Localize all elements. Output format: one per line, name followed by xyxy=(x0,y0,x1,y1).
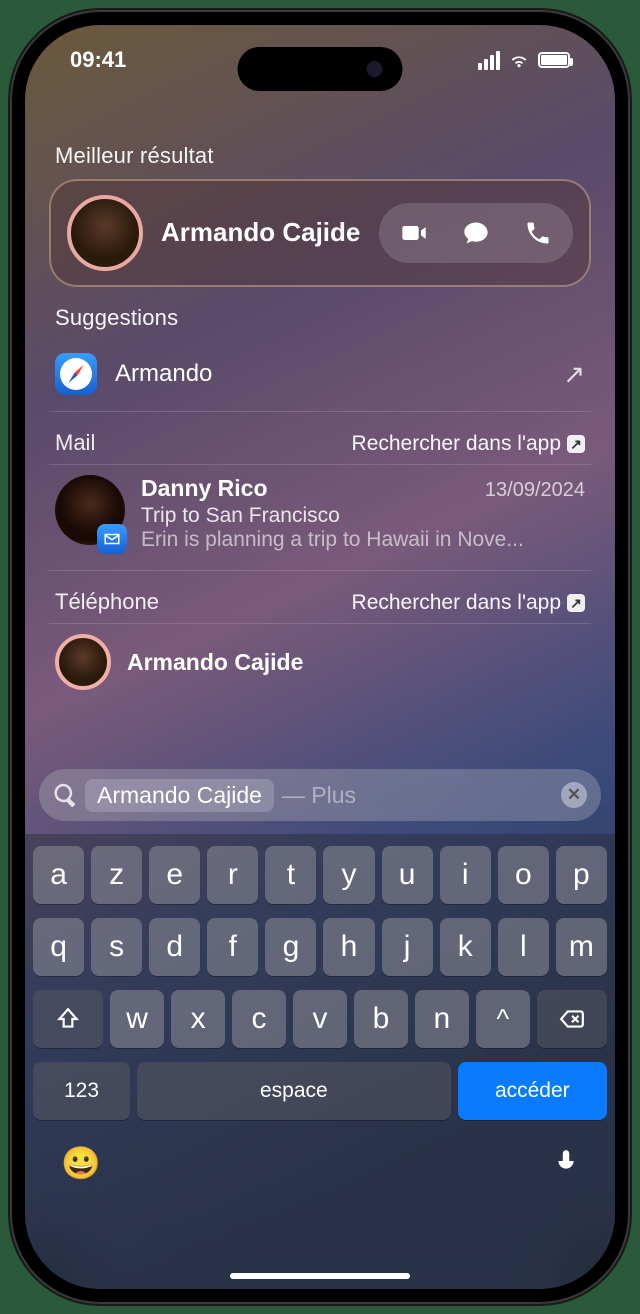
keyboard: a z e r t y u i o p q s d f g h j k l xyxy=(25,834,615,1289)
facetime-button[interactable] xyxy=(383,207,445,259)
key-y[interactable]: y xyxy=(323,846,374,904)
key-h[interactable]: h xyxy=(323,918,374,976)
mail-app-badge-icon xyxy=(97,524,127,554)
call-button[interactable] xyxy=(507,207,569,259)
mail-sender: Danny Rico xyxy=(141,475,268,502)
key-p[interactable]: p xyxy=(556,846,607,904)
mail-avatar xyxy=(55,475,125,552)
key-x[interactable]: x xyxy=(171,990,225,1048)
suggestion-text: Armando xyxy=(115,360,545,388)
key-m[interactable]: m xyxy=(556,918,607,976)
key-c[interactable]: c xyxy=(232,990,286,1048)
mail-subject: Trip to San Francisco xyxy=(141,504,585,528)
suggestion-row[interactable]: Armando ↗ xyxy=(49,341,591,407)
key-w[interactable]: w xyxy=(110,990,164,1048)
mail-body: Danny Rico 13/09/2024 Trip to San Franci… xyxy=(141,475,585,552)
open-arrow-icon: ↗ xyxy=(563,359,585,390)
external-icon: ↗ xyxy=(567,594,585,612)
emoji-key[interactable]: 😀 xyxy=(61,1144,101,1182)
mail-result-row[interactable]: Danny Rico 13/09/2024 Trip to San Franci… xyxy=(49,464,591,566)
phone-result-row[interactable]: Armando Cajide xyxy=(49,623,591,690)
keyboard-row-2: q s d f g h j k l m xyxy=(31,918,609,976)
key-caret[interactable]: ^ xyxy=(476,990,530,1048)
key-s[interactable]: s xyxy=(91,918,142,976)
shift-key[interactable] xyxy=(33,990,103,1048)
search-suffix: — Plus xyxy=(282,782,356,809)
phone-contact-name: Armando Cajide xyxy=(127,649,303,676)
key-a[interactable]: a xyxy=(33,846,84,904)
search-icon xyxy=(53,783,77,807)
search-token[interactable]: Armando Cajide xyxy=(85,779,274,812)
key-e[interactable]: e xyxy=(149,846,200,904)
mail-preview: Erin is planning a trip to Hawaii in Nov… xyxy=(141,528,585,552)
key-q[interactable]: q xyxy=(33,918,84,976)
wifi-icon xyxy=(508,49,530,71)
external-icon: ↗ xyxy=(567,435,585,453)
search-in-mail-link[interactable]: Rechercher dans l'app ↗ xyxy=(352,432,585,456)
search-in-phone-link[interactable]: Rechercher dans l'app ↗ xyxy=(352,591,585,615)
status-time: 09:41 xyxy=(70,47,126,73)
keyboard-bottom-row: 😀 xyxy=(31,1134,609,1182)
key-b[interactable]: b xyxy=(354,990,408,1048)
key-j[interactable]: j xyxy=(382,918,433,976)
mail-section-title: Mail xyxy=(55,430,95,456)
contact-avatar xyxy=(67,195,143,271)
key-g[interactable]: g xyxy=(265,918,316,976)
section-header-mail: Mail Rechercher dans l'app ↗ xyxy=(49,411,591,464)
message-button[interactable] xyxy=(445,207,507,259)
space-key[interactable]: espace xyxy=(137,1062,451,1120)
phone-section-title: Téléphone xyxy=(55,589,159,615)
home-indicator[interactable] xyxy=(230,1273,410,1279)
key-r[interactable]: r xyxy=(207,846,258,904)
dynamic-island xyxy=(238,47,403,91)
key-o[interactable]: o xyxy=(498,846,549,904)
key-d[interactable]: d xyxy=(149,918,200,976)
top-hit-card[interactable]: Armando Cajide xyxy=(49,179,591,287)
key-i[interactable]: i xyxy=(440,846,491,904)
mail-date: 13/09/2024 xyxy=(485,479,585,502)
numbers-key[interactable]: 123 xyxy=(33,1062,130,1120)
backspace-key[interactable] xyxy=(537,990,607,1048)
device-frame: 09:41 Meilleur résultat Armando Cajide S… xyxy=(10,10,630,1304)
screen: 09:41 Meilleur résultat Armando Cajide S… xyxy=(25,25,615,1289)
contact-actions xyxy=(379,203,573,263)
key-k[interactable]: k xyxy=(440,918,491,976)
top-hit-name: Armando Cajide xyxy=(161,218,361,248)
key-z[interactable]: z xyxy=(91,846,142,904)
key-v[interactable]: v xyxy=(293,990,347,1048)
best-result-label: Meilleur résultat xyxy=(55,143,585,169)
cellular-icon xyxy=(478,51,500,70)
battery-icon xyxy=(538,52,570,68)
key-n[interactable]: n xyxy=(415,990,469,1048)
go-key[interactable]: accéder xyxy=(458,1062,607,1120)
contact-avatar xyxy=(55,634,111,690)
section-header-phone: Téléphone Rechercher dans l'app ↗ xyxy=(49,570,591,623)
keyboard-row-3: w x c v b n ^ xyxy=(31,990,609,1048)
dictation-key[interactable] xyxy=(553,1145,579,1182)
safari-icon xyxy=(55,353,97,395)
key-l[interactable]: l xyxy=(498,918,549,976)
key-u[interactable]: u xyxy=(382,846,433,904)
status-right xyxy=(478,49,570,71)
key-f[interactable]: f xyxy=(207,918,258,976)
key-t[interactable]: t xyxy=(265,846,316,904)
suggestions-label: Suggestions xyxy=(55,305,585,331)
clear-search-button[interactable]: ✕ xyxy=(561,782,587,808)
keyboard-row-4: 123 espace accéder xyxy=(31,1062,609,1120)
keyboard-row-1: a z e r t y u i o p xyxy=(31,846,609,904)
search-input[interactable]: Armando Cajide — Plus ✕ xyxy=(39,769,601,821)
